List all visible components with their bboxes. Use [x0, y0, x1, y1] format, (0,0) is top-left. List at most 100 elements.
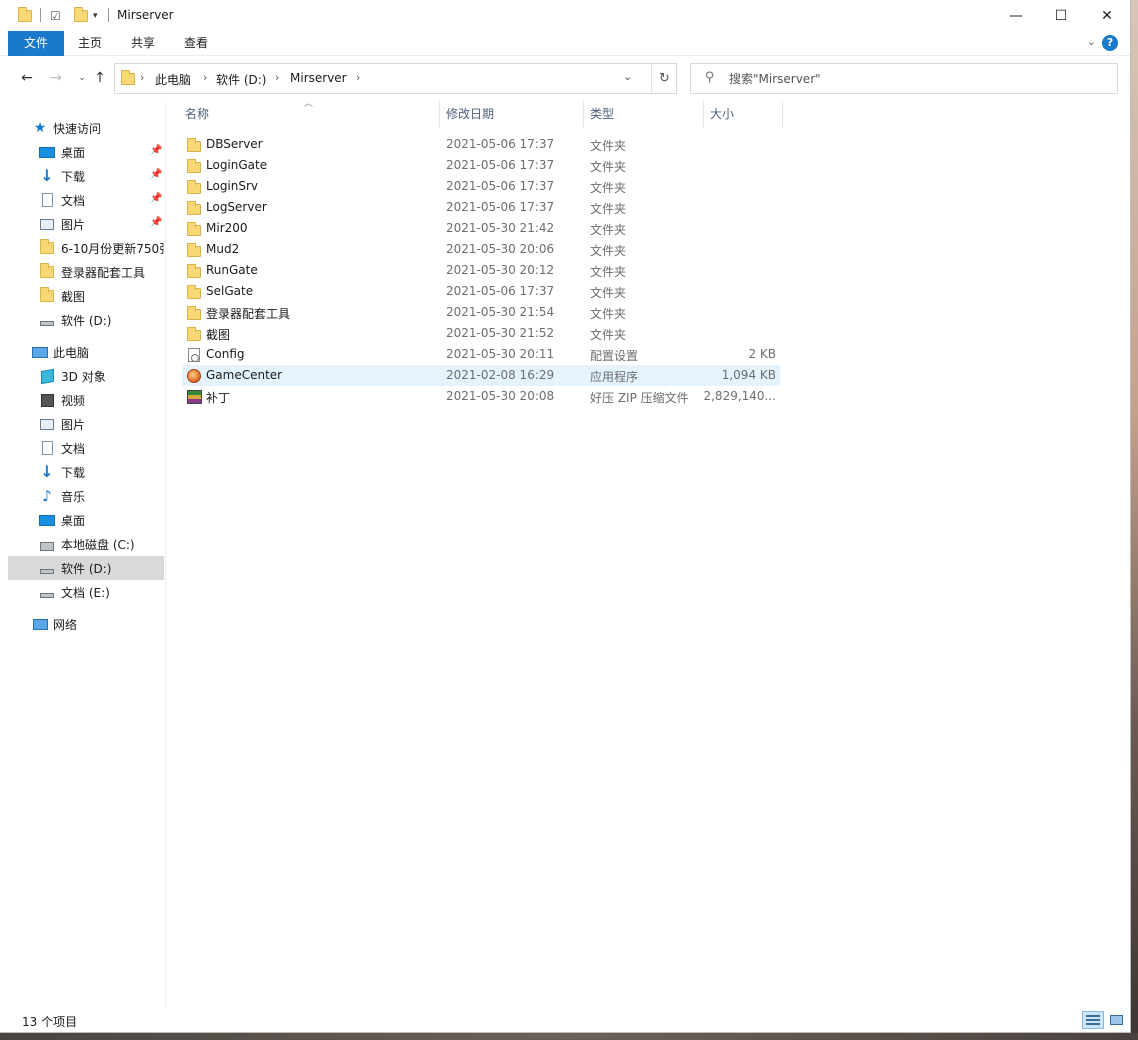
pin-icon[interactable]: 📌	[150, 193, 162, 204]
download-icon: ↓	[40, 166, 54, 185]
sidebar-item-drive-e[interactable]: 文档 (E:)	[8, 580, 164, 604]
folder-icon	[186, 242, 202, 258]
sidebar-item-documents[interactable]: 文档 📌	[8, 188, 164, 212]
folder-icon	[186, 221, 202, 237]
forward-arrow-icon[interactable]: →	[46, 68, 66, 88]
folder-icon	[186, 305, 202, 321]
address-history-dropdown-icon[interactable]: ⌄	[623, 70, 632, 83]
tab-share[interactable]: 共享	[118, 31, 168, 56]
desktop-background	[1131, 0, 1138, 1040]
large-icons-view-icon	[1109, 1015, 1123, 1025]
tab-home[interactable]: 主页	[66, 31, 114, 56]
address-bar[interactable]: › 此电脑 › 软件 (D:) › Mirserver › ⌄ ↻	[114, 63, 677, 94]
music-note-icon: ♪	[42, 487, 52, 505]
maximize-button[interactable]: ☐	[1038, 0, 1084, 31]
folder-icon	[39, 287, 55, 304]
column-header-date[interactable]: 修改日期	[446, 101, 494, 127]
file-row[interactable]: DBServer 2021-05-06 17:37 文件夹	[182, 134, 780, 155]
pin-icon[interactable]: 📌	[150, 217, 162, 228]
status-bar: 13 个项目	[0, 1008, 1130, 1032]
pin-icon[interactable]: 📌	[150, 169, 162, 180]
sidebar-item-update-folder[interactable]: 6-10月份更新750张	[8, 236, 164, 260]
large-icons-view-button[interactable]	[1105, 1011, 1127, 1029]
column-header-type[interactable]: 类型	[590, 101, 614, 127]
folder-icon	[186, 179, 202, 195]
file-explorer-window: ☑ ▾ Mirserver — ☐ ✕ 文件 主页 共享 查看 ⌄ ? ← → …	[0, 0, 1131, 1033]
file-row[interactable]: Mud2 2021-05-30 20:06 文件夹	[182, 239, 780, 260]
tab-file[interactable]: 文件	[8, 31, 64, 56]
sidebar-item-screenshots[interactable]: 截图	[8, 284, 164, 308]
sidebar-item-pc-downloads[interactable]: ↓ 下载	[8, 460, 164, 484]
item-count: 13 个项目	[22, 1015, 78, 1029]
recent-locations-icon[interactable]: ⌄	[72, 68, 92, 88]
minimize-button[interactable]: —	[993, 0, 1039, 31]
close-button[interactable]: ✕	[1084, 0, 1130, 31]
file-row[interactable]: Mir200 2021-05-30 21:42 文件夹	[182, 218, 780, 239]
sidebar-item-music[interactable]: ♪ 音乐	[8, 484, 164, 508]
location-folder-icon	[121, 70, 135, 88]
file-row[interactable]: LogServer 2021-05-06 17:37 文件夹	[182, 197, 780, 218]
pictures-icon	[39, 416, 55, 432]
navigation-pane: ★ 快速访问 桌面 📌 ↓ 下载 📌 文档 📌 图片 📌 6-10月份更新750…	[0, 102, 166, 1008]
pin-icon[interactable]: 📌	[150, 145, 162, 156]
navigation-row: ← → ⌄ ↑ › 此电脑 › 软件 (D:) › Mirserver › ⌄ …	[0, 62, 1130, 95]
search-icon: ⚲	[705, 70, 715, 85]
folder-icon	[186, 158, 202, 174]
sidebar-item-pc-desktop[interactable]: 桌面	[8, 508, 164, 532]
sidebar-item-drive-c[interactable]: 本地磁盘 (C:)	[8, 532, 164, 556]
drive-icon	[39, 584, 55, 600]
sidebar-item-drive-d[interactable]: 软件 (D:)	[8, 556, 164, 580]
desktop-icon	[39, 144, 55, 160]
system-drive-icon	[39, 536, 55, 552]
sidebar-item-login-tools[interactable]: 登录器配套工具	[8, 260, 164, 284]
sidebar-item-pictures[interactable]: 图片 📌	[8, 212, 164, 236]
computer-icon	[32, 344, 48, 360]
sidebar-network[interactable]: 网络	[8, 612, 164, 636]
sidebar-item-videos[interactable]: 视频	[8, 388, 164, 412]
sidebar-item-quick-drive-d[interactable]: 软件 (D:)	[8, 308, 164, 332]
search-input[interactable]	[729, 69, 1109, 89]
column-header-name[interactable]: 名称	[185, 101, 209, 127]
file-row[interactable]: 补丁 2021-05-30 20:08 好压 ZIP 压缩文件 2,829,14…	[182, 386, 780, 407]
properties-icon[interactable]: ☑	[50, 6, 61, 26]
sidebar-item-pc-documents[interactable]: 文档	[8, 436, 164, 460]
tab-view[interactable]: 查看	[171, 31, 221, 56]
file-row[interactable]: GameCenter 2021-02-08 16:29 应用程序 1,094 K…	[182, 365, 780, 386]
desktop-icon	[39, 512, 55, 528]
refresh-icon[interactable]: ↻	[651, 64, 677, 93]
expand-ribbon-icon[interactable]: ⌄	[1087, 35, 1096, 48]
new-folder-icon[interactable]	[74, 6, 88, 26]
file-row[interactable]: RunGate 2021-05-30 20:12 文件夹	[182, 260, 780, 281]
sidebar-item-downloads[interactable]: ↓ 下载 📌	[8, 164, 164, 188]
sidebar-this-pc[interactable]: 此电脑	[8, 340, 164, 364]
file-row[interactable]: 登录器配套工具 2021-05-30 21:54 文件夹	[182, 302, 780, 323]
details-view-button[interactable]	[1082, 1011, 1104, 1029]
breadcrumb-drive-d[interactable]: 软件 (D:)	[216, 71, 266, 88]
breadcrumb-mirserver[interactable]: Mirserver	[290, 71, 347, 85]
file-row[interactable]: LoginGate 2021-05-06 17:37 文件夹	[182, 155, 780, 176]
3d-cube-icon	[39, 368, 55, 384]
folder-icon	[186, 137, 202, 153]
file-row[interactable]: 截图 2021-05-30 21:52 文件夹	[182, 323, 780, 344]
file-row[interactable]: Config 2021-05-30 20:11 配置设置 2 KB	[182, 344, 780, 365]
sidebar-item-pc-pictures[interactable]: 图片	[8, 412, 164, 436]
quick-access-folder-icon[interactable]	[18, 6, 32, 26]
breadcrumb-this-pc[interactable]: 此电脑	[155, 71, 191, 88]
folder-icon	[186, 263, 202, 279]
customize-toolbar-icon[interactable]: ▾	[93, 6, 98, 26]
drive-icon	[39, 560, 55, 576]
up-arrow-icon[interactable]: ↑	[90, 68, 110, 88]
file-row[interactable]: SelGate 2021-05-06 17:37 文件夹	[182, 281, 780, 302]
help-icon[interactable]: ?	[1102, 35, 1118, 51]
sidebar-item-desktop[interactable]: 桌面 📌	[8, 140, 164, 164]
back-arrow-icon[interactable]: ←	[17, 68, 37, 88]
search-box[interactable]: ⚲	[690, 63, 1118, 94]
sort-ascending-icon: ︿	[304, 99, 314, 109]
sidebar-quick-access[interactable]: ★ 快速访问	[8, 116, 164, 140]
column-header-size[interactable]: 大小	[710, 101, 734, 127]
sidebar-item-3d-objects[interactable]: 3D 对象	[8, 364, 164, 388]
file-row[interactable]: LoginSrv 2021-05-06 17:37 文件夹	[182, 176, 780, 197]
document-icon	[39, 192, 55, 208]
title-bar: ☑ ▾ Mirserver — ☐ ✕	[0, 0, 1130, 31]
star-icon: ★	[33, 120, 47, 136]
